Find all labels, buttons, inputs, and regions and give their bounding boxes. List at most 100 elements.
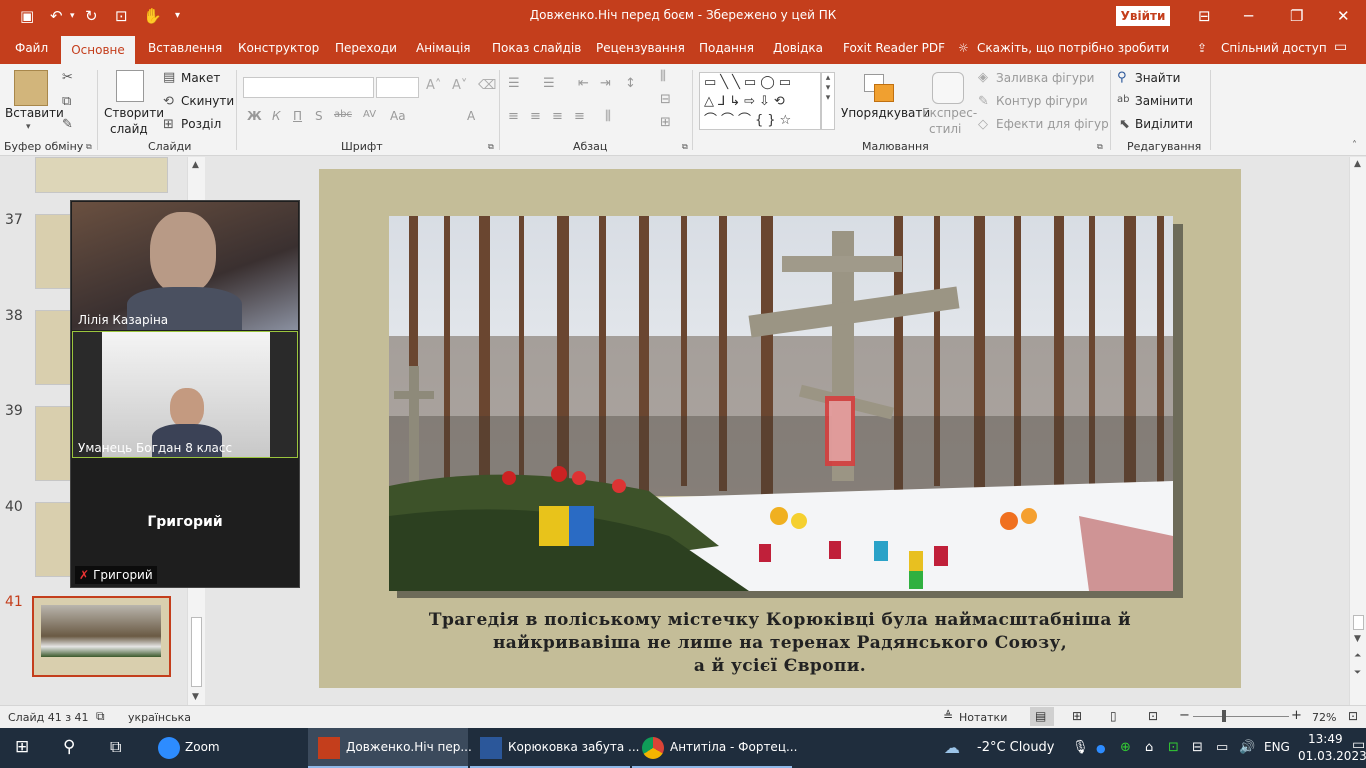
share-button[interactable]: Спільний доступ [1221, 41, 1327, 55]
shape-effects-button[interactable]: Ефекти для фігур [996, 117, 1109, 131]
font-size-select[interactable] [376, 77, 419, 98]
volume-icon[interactable]: 🔊 [1239, 740, 1255, 755]
scroll-thumb[interactable] [1353, 615, 1364, 630]
tab-slideshow[interactable]: Показ слайдів [492, 41, 581, 55]
tab-animations[interactable]: Анімація [416, 41, 471, 55]
font-color-button[interactable]: A [467, 109, 475, 123]
shape-fill-button[interactable]: Заливка фігури [996, 71, 1094, 85]
slide-thumbnail[interactable] [35, 157, 168, 193]
select-button[interactable]: Виділити [1135, 117, 1193, 131]
line-spacing-icon[interactable]: ↕ [625, 76, 636, 91]
clipboard-launcher-icon[interactable]: ⧉ [86, 142, 92, 152]
minimize-icon[interactable]: ─ [1244, 7, 1253, 25]
tab-view[interactable]: Подання [699, 41, 754, 55]
taskbar-app-word[interactable]: Корюковка забута ... [470, 728, 640, 768]
paragraph-launcher-icon[interactable]: ⧉ [682, 142, 688, 152]
scroll-down-icon[interactable]: ▼ [192, 692, 199, 702]
tab-home[interactable]: Основне [61, 36, 135, 64]
new-slide-label-2[interactable]: слайд [110, 122, 148, 136]
new-slide-icon[interactable] [116, 70, 144, 102]
char-spacing-button[interactable]: AV [363, 109, 376, 120]
paste-icon[interactable] [14, 70, 48, 106]
clear-format-icon[interactable]: ⌫ [478, 78, 496, 93]
decrease-indent-icon[interactable]: ⇤ [578, 76, 589, 91]
input-language[interactable]: ENG [1264, 740, 1290, 754]
zoom-video-panel[interactable]: Лілія Казаріна Уманець Богдан 8 класс Гр… [70, 200, 300, 588]
numbering-icon[interactable]: ☰ [543, 76, 555, 91]
increase-indent-icon[interactable]: ⇥ [600, 76, 611, 91]
slideshow-view-icon[interactable]: ⊡ [1148, 709, 1158, 723]
close-icon[interactable]: ✕ [1337, 7, 1350, 25]
zoom-in-icon[interactable]: + [1291, 708, 1302, 723]
scroll-down-icon[interactable]: ▼ [1354, 634, 1361, 644]
slide-sorter-icon[interactable]: ⊞ [1072, 709, 1082, 723]
tell-me-search[interactable]: Скажіть, що потрібно зробити [977, 41, 1169, 55]
language-indicator[interactable]: українська [128, 711, 191, 724]
bold-button[interactable]: Ж [247, 109, 262, 123]
justify-icon[interactable]: ≡ [574, 109, 585, 124]
slide-scrollbar[interactable]: ▲ ▼ ⏶ ⏷ [1349, 157, 1366, 705]
slide-caption[interactable]: Трагедія в поліському містечку Корюківці… [330, 609, 1230, 678]
layout-button[interactable]: Макет [181, 71, 220, 85]
clock-time[interactable]: 13:49 [1308, 732, 1343, 746]
section-button[interactable]: Розділ [181, 117, 221, 131]
zoom-out-icon[interactable]: − [1179, 708, 1190, 723]
ribbon-display-icon[interactable]: ⊟ [1198, 7, 1211, 25]
underline-button[interactable]: П [293, 109, 302, 123]
zoom-slider-thumb[interactable] [1222, 710, 1226, 722]
decrease-font-icon[interactable]: A˅ [452, 78, 467, 93]
notes-button[interactable]: Нотатки [959, 711, 1007, 724]
tray-app2-icon[interactable]: ⊡ [1168, 740, 1179, 755]
quick-styles-button[interactable]: Експрес- [922, 106, 977, 120]
previous-slide-icon[interactable]: ⏶ [1354, 651, 1361, 661]
paste-dropdown-icon[interactable]: ▾ [26, 122, 31, 132]
tab-help[interactable]: Довідка [773, 41, 823, 55]
windows-start-icon[interactable]: ⊞ [15, 737, 29, 757]
taskbar-app-chrome[interactable]: Антитіла - Фортец... [632, 728, 797, 768]
find-button[interactable]: Знайти [1135, 71, 1180, 85]
tab-design[interactable]: Конструктор [238, 41, 319, 55]
increase-font-icon[interactable]: A˄ [426, 78, 441, 93]
tab-file[interactable]: Файл [15, 41, 48, 55]
next-slide-icon[interactable]: ⏷ [1354, 668, 1361, 678]
arrange-button[interactable]: Упорядкувати [841, 106, 930, 120]
align-text-icon[interactable]: ⊟ [660, 92, 671, 107]
task-view-icon[interactable]: ⧉ [110, 737, 121, 757]
shapes-gallery-scroll[interactable]: ▴ ▾ ▾ [821, 72, 835, 130]
slide-thumbnail-active[interactable] [32, 596, 171, 677]
copy-icon[interactable]: ⧉ [62, 94, 71, 109]
shapes-gallery[interactable]: ▭╲╲▭◯▭ △⅃↳⇨⇩⟲ ⌒⌒⌒{}☆ [699, 72, 821, 130]
video-tile-active-speaker[interactable]: Уманець Богдан 8 класс [72, 331, 298, 458]
italic-button[interactable]: К [272, 109, 281, 123]
display-icon[interactable]: ⊟ [1192, 740, 1203, 755]
tab-insert[interactable]: Вставлення [148, 41, 222, 55]
text-direction-icon[interactable]: ⫼ [660, 69, 666, 84]
cut-icon[interactable]: ✂ [62, 70, 73, 85]
maximize-icon[interactable]: ❐ [1290, 7, 1303, 25]
align-left-icon[interactable]: ≡ [508, 109, 519, 124]
network-icon[interactable]: ⌂ [1145, 740, 1153, 755]
scroll-thumb[interactable] [191, 617, 202, 687]
tab-review[interactable]: Рецензування [596, 41, 685, 55]
font-launcher-icon[interactable]: ⧉ [488, 142, 494, 152]
taskbar-app-powerpoint[interactable]: Довженко.Ніч пер... [308, 728, 472, 768]
video-tile[interactable]: Лілія Казаріна [72, 202, 298, 330]
scroll-up-icon[interactable]: ▲ [192, 160, 199, 170]
replace-button[interactable]: Замінити [1135, 94, 1193, 108]
columns-icon[interactable]: ⫼ [605, 109, 611, 124]
zoom-level[interactable]: 72% [1312, 711, 1336, 724]
paste-button[interactable]: Вставити [5, 106, 64, 120]
taskbar-app-zoom[interactable]: Zoom [150, 728, 305, 768]
tray-app-icon[interactable]: ⊕ [1120, 740, 1131, 755]
fit-to-window-icon[interactable]: ⊡ [1348, 709, 1358, 723]
search-icon[interactable]: ⚲ [63, 737, 75, 757]
scroll-up-icon[interactable]: ▲ [1354, 159, 1361, 169]
collapse-ribbon-icon[interactable]: ˄ [1352, 140, 1357, 151]
strikethrough-button[interactable]: abc [334, 109, 352, 120]
comments-icon[interactable]: ▭ [1334, 39, 1347, 55]
quick-styles-button-2[interactable]: стилі [929, 122, 961, 136]
font-family-select[interactable] [243, 77, 374, 98]
weather-cloud-icon[interactable]: ☁ [944, 738, 960, 757]
slide-photo[interactable] [389, 216, 1173, 591]
zoom-tray-icon[interactable]: ● [1096, 742, 1106, 755]
